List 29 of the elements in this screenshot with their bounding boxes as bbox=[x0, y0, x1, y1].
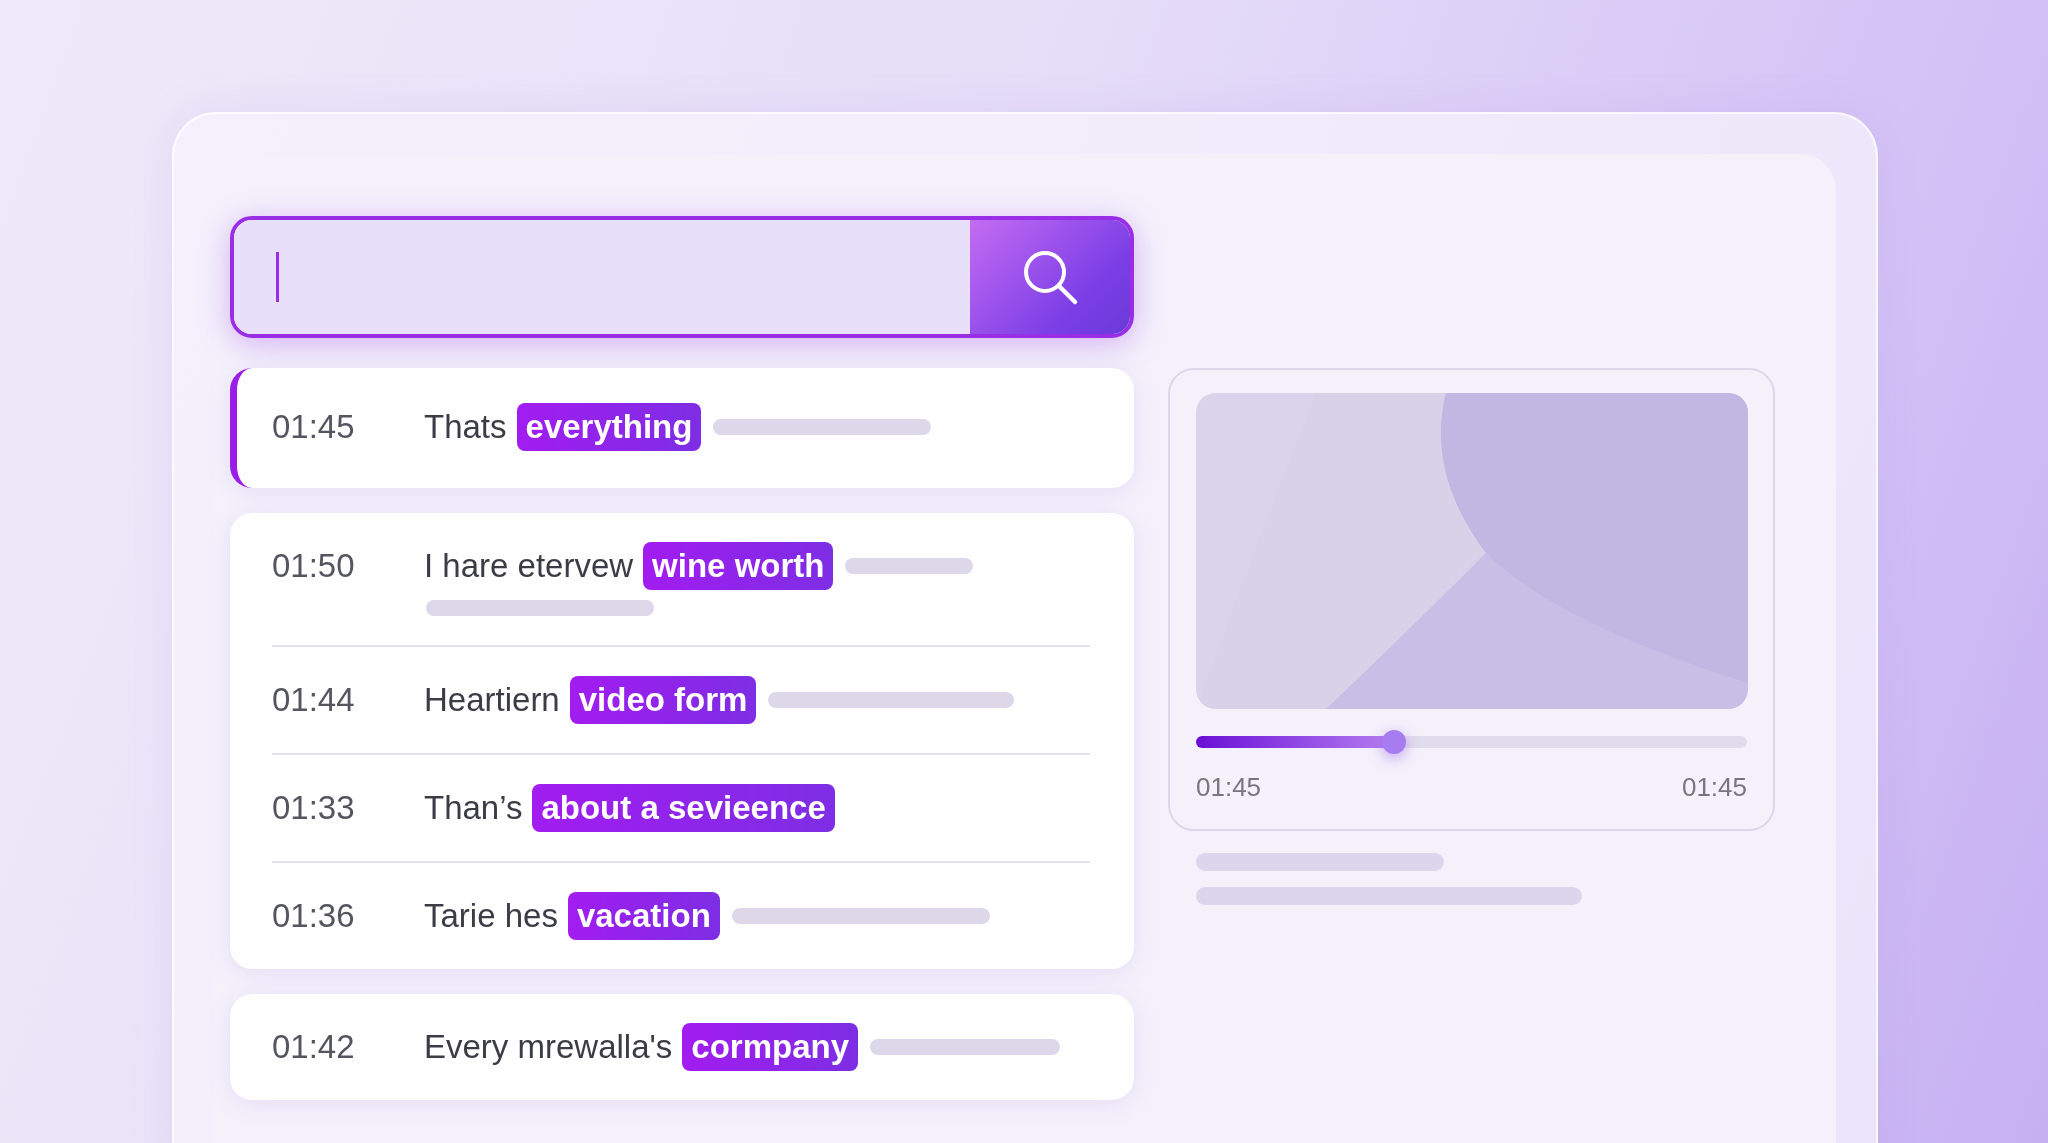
transcript-row[interactable]: 01:42 Every mrewalla's cormpany bbox=[272, 994, 1090, 1100]
transcript-text: Tarie hes bbox=[424, 896, 558, 936]
match-highlight: cormpany bbox=[682, 1023, 859, 1071]
timestamp: 01:33 bbox=[272, 788, 356, 828]
transcript-text: I hare etervew bbox=[424, 546, 634, 586]
timestamp: 01:45 bbox=[272, 407, 356, 447]
timestamp: 01:44 bbox=[272, 680, 356, 720]
transcript-text: Thats bbox=[424, 407, 507, 447]
transcript-row[interactable]: 01:44 Heartiern video form bbox=[272, 645, 1090, 753]
transcript-text: Every mrewalla's bbox=[424, 1027, 673, 1067]
match-highlight: vacation bbox=[567, 892, 720, 940]
match-highlight: about a sevieence bbox=[532, 784, 835, 832]
total-time: 01:45 bbox=[1681, 772, 1747, 803]
transcript-text: Than’s bbox=[424, 788, 523, 828]
transcript-text: Heartiern bbox=[424, 680, 560, 720]
transcript-row[interactable]: 01:45 Thats everything bbox=[272, 368, 1090, 488]
timestamp: 01:50 bbox=[272, 546, 356, 586]
transcript-row[interactable]: 01:36 Tarie hes vacation bbox=[272, 861, 1090, 969]
current-time: 01:45 bbox=[1196, 772, 1262, 803]
timestamp: 01:42 bbox=[272, 1027, 356, 1067]
search-button[interactable] bbox=[970, 220, 1130, 334]
match-highlight: everything bbox=[516, 403, 702, 451]
transcript-row[interactable]: 01:50 I hare etervew wine worth bbox=[272, 513, 1090, 645]
seek-handle[interactable] bbox=[1382, 730, 1407, 754]
timestamp: 01:36 bbox=[272, 896, 356, 936]
search-field[interactable] bbox=[234, 220, 970, 334]
match-highlight: video form bbox=[569, 676, 757, 724]
transcript-row[interactable]: 01:33 Than’s about a sevieence bbox=[272, 753, 1090, 861]
match-highlight: wine worth bbox=[643, 542, 834, 590]
